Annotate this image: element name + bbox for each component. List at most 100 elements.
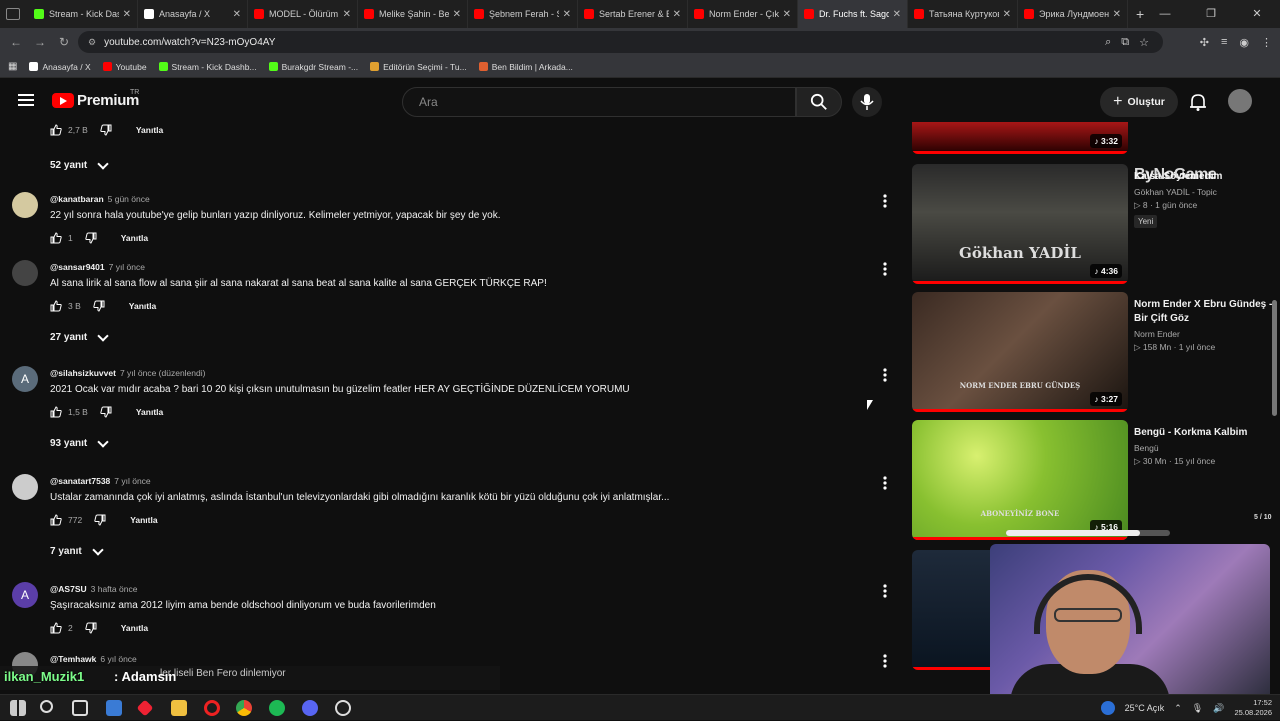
chrome-icon[interactable] — [236, 700, 252, 716]
reply-button[interactable]: Yanıtla — [136, 125, 163, 135]
browser-tab[interactable]: Anasayfa / X ✕ — [138, 0, 248, 28]
avatar[interactable] — [12, 474, 38, 500]
video-thumbnail[interactable]: Gökhan YADİL ♪ 4:36 — [912, 164, 1128, 284]
bookmark-star-icon[interactable]: ☆ — [1139, 36, 1149, 49]
dislike-icon[interactable] — [85, 232, 97, 244]
tab-close-icon[interactable]: ✕ — [233, 9, 241, 20]
comment-menu-icon[interactable] — [880, 368, 890, 383]
apps-icon[interactable]: ▦ — [8, 61, 17, 72]
menu-hamburger-icon[interactable] — [18, 94, 34, 106]
comment-menu-icon[interactable] — [880, 584, 890, 599]
search-input[interactable]: Ara — [402, 87, 796, 117]
tab-close-icon[interactable]: ✕ — [893, 9, 901, 20]
like-icon[interactable] — [50, 622, 62, 634]
show-replies-button[interactable]: 27 yanıt — [50, 329, 109, 343]
show-replies-button[interactable]: 7 yanıt — [50, 543, 104, 557]
comment-menu-icon[interactable] — [880, 194, 890, 209]
mic-tray-icon[interactable]: 🎙 — [1192, 703, 1203, 714]
zoom-icon[interactable]: ⌕ — [1105, 36, 1111, 49]
comment-time[interactable]: 7 yıl önce — [109, 262, 145, 272]
show-replies-button[interactable]: 93 yanıt — [50, 435, 109, 449]
recommended-video[interactable]: NORM ENDER EBRU GÜNDEŞ ♪ 3:27 Norm Ender X… — [912, 292, 1276, 416]
tray-chevron-icon[interactable]: ⌃ — [1174, 703, 1182, 714]
channel-name[interactable]: Gökhan YADİL - Topic — [1134, 187, 1274, 197]
reload-icon[interactable]: ↻ — [52, 35, 76, 49]
browser-tab[interactable]: Norm Ender - Çık ✕ — [688, 0, 798, 28]
comment-author[interactable]: @AS7SU — [50, 584, 87, 594]
avatar[interactable] — [12, 192, 38, 218]
bookmark-item[interactable]: Editörün Seçimi - Tu... — [370, 62, 467, 72]
dislike-icon[interactable] — [100, 124, 112, 136]
tab-close-icon[interactable]: ✕ — [563, 9, 571, 20]
like-icon[interactable] — [50, 514, 62, 526]
video-thumbnail[interactable]: ♪ 3:32 — [912, 122, 1128, 154]
like-icon[interactable] — [50, 406, 62, 418]
install-icon[interactable]: ⧉ — [1121, 36, 1129, 49]
video-thumbnail[interactable]: NORM ENDER EBRU GÜNDEŞ ♪ 3:27 — [912, 292, 1128, 412]
channel-name[interactable]: Norm Ender — [1134, 329, 1274, 339]
browser-tab[interactable]: Sertab Erener & B ✕ — [578, 0, 688, 28]
clock[interactable]: 17:52 25.08.2026 — [1234, 698, 1272, 718]
close-window-icon[interactable]: ✕ — [1234, 0, 1280, 28]
minimize-icon[interactable]: — — [1142, 0, 1188, 28]
dislike-icon[interactable] — [85, 622, 97, 634]
maximize-icon[interactable]: ❐ — [1188, 0, 1234, 28]
back-icon[interactable]: ← — [4, 35, 28, 49]
comment-author[interactable]: @sansar9401 — [50, 262, 105, 272]
bookmark-item[interactable]: Youtube — [102, 62, 147, 72]
youtube-logo[interactable]: Premium TR — [52, 89, 139, 109]
discord-icon[interactable] — [302, 700, 318, 716]
comment-time[interactable]: 7 yıl önce — [114, 476, 150, 486]
dislike-icon[interactable] — [94, 514, 106, 526]
app-red-icon[interactable] — [136, 699, 154, 717]
media-icon[interactable]: ≡ — [1221, 36, 1227, 48]
bookmark-item[interactable]: Stream - Kick Dashb... — [158, 62, 257, 72]
create-button[interactable]: + Oluştur — [1100, 87, 1178, 117]
like-icon[interactable] — [50, 232, 62, 244]
avatar[interactable]: A — [12, 582, 38, 608]
taskbar-search-icon[interactable] — [40, 700, 53, 713]
avatar[interactable] — [12, 260, 38, 286]
profile-icon[interactable]: ◉ — [1239, 36, 1249, 49]
reply-button[interactable]: Yanıtla — [130, 515, 157, 525]
forward-icon[interactable]: → — [28, 35, 52, 49]
comment-menu-icon[interactable] — [880, 476, 890, 491]
obs-icon[interactable] — [335, 700, 351, 716]
bookmark-item[interactable]: Anasayfa / X — [29, 62, 91, 72]
reply-button[interactable]: Yanıtla — [129, 301, 156, 311]
comment-author[interactable]: @kanatbaran — [50, 194, 104, 204]
browser-tab[interactable]: Şebnem Ferah - S ✕ — [468, 0, 578, 28]
dislike-icon[interactable] — [100, 406, 112, 418]
tab-close-icon[interactable]: ✕ — [673, 9, 681, 20]
start-icon[interactable] — [10, 700, 26, 716]
browser-tab[interactable]: Татьяна Куртукова ✕ — [908, 0, 1018, 28]
site-info-icon[interactable]: ⚙ — [88, 37, 96, 48]
tab-close-icon[interactable]: ✕ — [783, 9, 791, 20]
browser-tab[interactable]: Melike Şahin - Be ✕ — [358, 0, 468, 28]
store-icon[interactable] — [106, 700, 122, 716]
tab-close-icon[interactable]: ✕ — [123, 9, 131, 20]
browser-tab[interactable]: Dr. Fuchs ft. Sago ✕ — [798, 0, 908, 28]
comment-author[interactable]: @silahsizkuvvet — [50, 368, 116, 378]
like-icon[interactable] — [50, 300, 62, 312]
comment-time[interactable]: 6 yıl önce — [100, 654, 136, 664]
avatar[interactable]: A — [12, 366, 38, 392]
menu-icon[interactable]: ⋮ — [1261, 36, 1272, 49]
task-view-icon[interactable] — [72, 700, 88, 716]
like-icon[interactable] — [50, 124, 62, 136]
account-avatar[interactable] — [1228, 89, 1252, 113]
tab-close-icon[interactable]: ✕ — [453, 9, 461, 20]
recommended-video[interactable]: ABONEYİNİZ BONE ♪ 5:16 Bengü - Korkma Kalb… — [912, 420, 1276, 544]
search-button[interactable] — [796, 87, 842, 117]
notifications-bell-icon[interactable] — [1188, 92, 1208, 112]
browser-tab[interactable]: Эрика Лундмоен ✕ — [1018, 0, 1128, 28]
extensions-icon[interactable]: ✣ — [1200, 36, 1209, 49]
channel-name[interactable]: Bengü — [1134, 443, 1274, 453]
reply-button[interactable]: Yanıtla — [136, 407, 163, 417]
tab-close-icon[interactable]: ✕ — [343, 9, 351, 20]
comment-time[interactable]: 5 gün önce — [108, 194, 150, 204]
spotify-icon[interactable] — [269, 700, 285, 716]
video-title[interactable]: Bengü - Korkma Kalbim — [1134, 426, 1274, 440]
comment-menu-icon[interactable] — [880, 654, 890, 669]
bookmark-item[interactable]: Ben Bildim | Arkada... — [478, 62, 573, 72]
